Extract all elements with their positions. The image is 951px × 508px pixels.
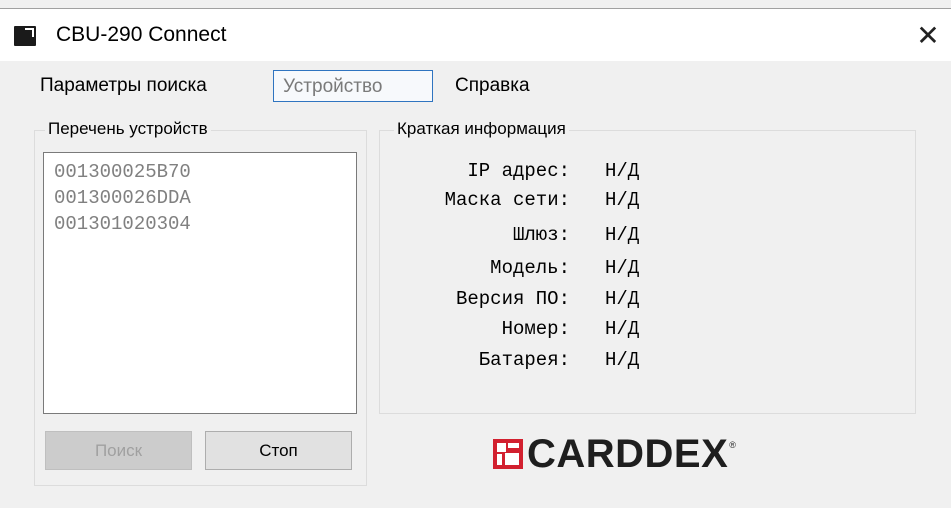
menu-bar: Параметры поиска Устройство Справка [0,60,951,112]
info-row-ip: IP адрес: [380,158,580,184]
search-button[interactable]: Поиск [45,431,192,470]
menu-item-search-params[interactable]: Параметры поиска [31,70,216,102]
carddex-logo: CARDDEX ® [493,432,736,476]
info-row-model: Модель: [380,255,580,281]
model-label: Модель: [490,257,570,279]
gateway-label: Шлюз: [512,224,570,246]
firmware-label: Версия ПО: [455,288,570,310]
info-row-gateway: Шлюз: [380,222,580,248]
info-row-mask: Маска сети: [380,187,580,213]
info-row-battery: Батарея: [380,347,580,373]
model-value: Н/Д [605,257,640,279]
device-list[interactable]: 001300025B70 001300026DDA 001301020304 [43,152,357,414]
list-item[interactable]: 001301020304 [44,211,356,237]
logo-mark-icon [493,439,523,469]
stop-button[interactable]: Стоп [205,431,352,470]
info-row-firmware: Версия ПО: [380,286,580,312]
ip-label: IP адрес: [467,160,570,182]
ip-value: Н/Д [605,160,640,182]
info-title: Краткая информация [394,118,569,140]
firmware-value: Н/Д [605,288,640,310]
registered-mark: ® [729,440,736,450]
close-button[interactable]: ✕ [905,9,951,61]
logo-text: CARDDEX [527,432,729,476]
close-icon: ✕ [916,18,940,52]
list-item[interactable]: 001300026DDA [44,185,356,211]
mask-label: Маска сети: [444,189,570,211]
app-icon [14,26,36,46]
number-value: Н/Д [605,318,640,340]
battery-label: Батарея: [478,349,570,371]
gateway-value: Н/Д [605,224,640,246]
title-bar: CBU-290 Connect ✕ [0,8,951,61]
info-row-number: Номер: [380,316,580,342]
menu-item-device[interactable]: Устройство [273,70,433,102]
mask-value: Н/Д [605,189,640,211]
battery-value: Н/Д [605,349,640,371]
device-list-title: Перечень устройств [45,118,211,140]
window-title: CBU-290 Connect [56,23,227,46]
list-item[interactable]: 001300025B70 [44,159,356,185]
menu-item-help[interactable]: Справка [446,70,539,102]
number-label: Номер: [501,318,570,340]
